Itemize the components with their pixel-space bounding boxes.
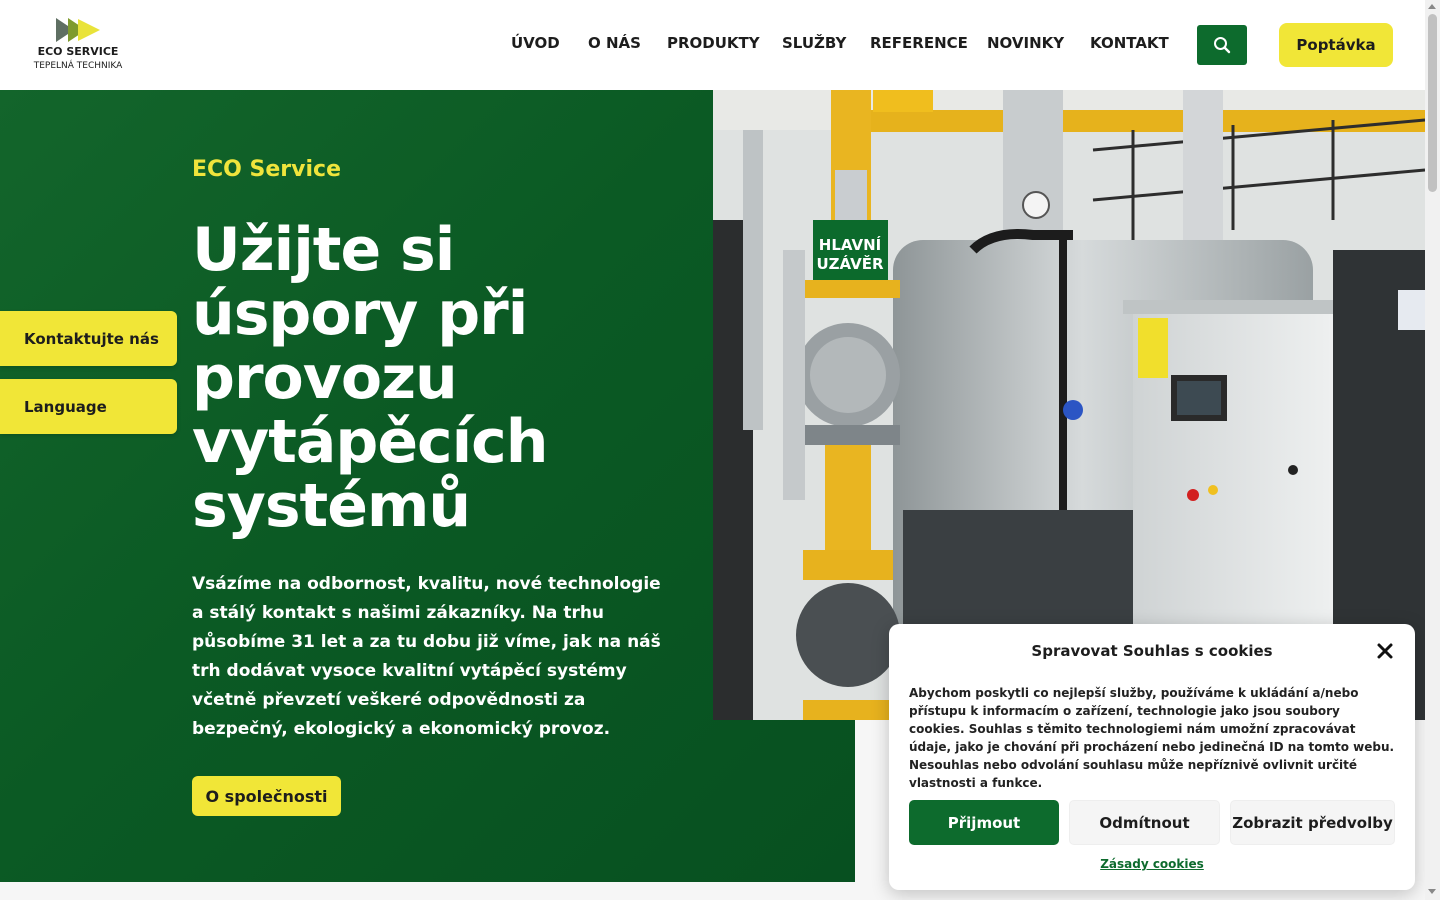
scroll-down-icon[interactable] [1428, 889, 1436, 894]
headline-line: vytápěcích [192, 407, 548, 477]
headline-line: provozu [192, 343, 458, 413]
nav-item-o-nas[interactable]: O NÁS [588, 34, 641, 52]
about-company-button[interactable]: O společnosti [192, 776, 341, 816]
accept-cookies-button[interactable]: Přijmout [909, 800, 1059, 845]
logo-subtitle: TEPELNÁ TECHNIKA [33, 61, 123, 71]
nav-item-uvod[interactable]: ÚVOD [511, 34, 560, 52]
headline-line: úspory při [192, 279, 528, 349]
photo-sign-line-1: HLAVNÍ [819, 235, 882, 254]
logo[interactable]: ECO SERVICE TEPELNÁ TECHNIKA [28, 14, 128, 78]
language-tab[interactable]: Language [0, 379, 177, 434]
headline-line: Užijte si [192, 215, 455, 285]
contact-us-tab[interactable]: Kontaktujte nás [0, 311, 177, 366]
hero-headline: Užijte si úspory při provozu vytápěcích … [192, 218, 662, 538]
scroll-up-icon[interactable] [1428, 4, 1436, 9]
cookie-description: Abychom poskytli co nejlepší služby, pou… [909, 686, 1395, 790]
cookie-preferences-button[interactable]: Zobrazit předvolby [1230, 800, 1395, 845]
cookie-policy-link[interactable]: Zásady cookies [889, 857, 1415, 871]
double-arrow-logo-icon [56, 18, 100, 42]
site-header: ECO SERVICE TEPELNÁ TECHNIKA ÚVOD O NÁS … [0, 0, 1425, 90]
nav-item-novinky[interactable]: NOVINKY [987, 34, 1064, 52]
photo-sign-line-2: UZÁVĚR [816, 254, 884, 273]
inquiry-button[interactable]: Poptávka [1279, 23, 1393, 67]
close-icon [1377, 643, 1393, 659]
hero-lead-text: Vsázíme na odbornost, kvalitu, nové tech… [192, 574, 661, 739]
nav-item-sluzby[interactable]: SLUŽBY [782, 34, 846, 52]
scrollbar-thumb[interactable] [1428, 14, 1437, 192]
deny-cookies-button[interactable]: Odmítnout [1069, 800, 1220, 845]
hero-eyebrow: ECO Service [192, 157, 341, 182]
search-icon [1214, 37, 1231, 54]
headline-line: systémů [192, 471, 471, 541]
page-scrollbar[interactable] [1425, 0, 1440, 900]
cookie-title: Spravovat Souhlas s cookies [1031, 642, 1273, 660]
nav-item-kontakt[interactable]: KONTAKT [1090, 34, 1169, 52]
nav-item-produkty[interactable]: PRODUKTY [667, 34, 760, 52]
nav-item-reference[interactable]: REFERENCE [870, 34, 968, 52]
cookie-consent-dialog: Spravovat Souhlas s cookies Abychom posk… [889, 624, 1415, 890]
close-button[interactable] [1375, 641, 1395, 661]
logo-brand: ECO SERVICE [37, 45, 119, 58]
search-button[interactable] [1197, 25, 1247, 65]
